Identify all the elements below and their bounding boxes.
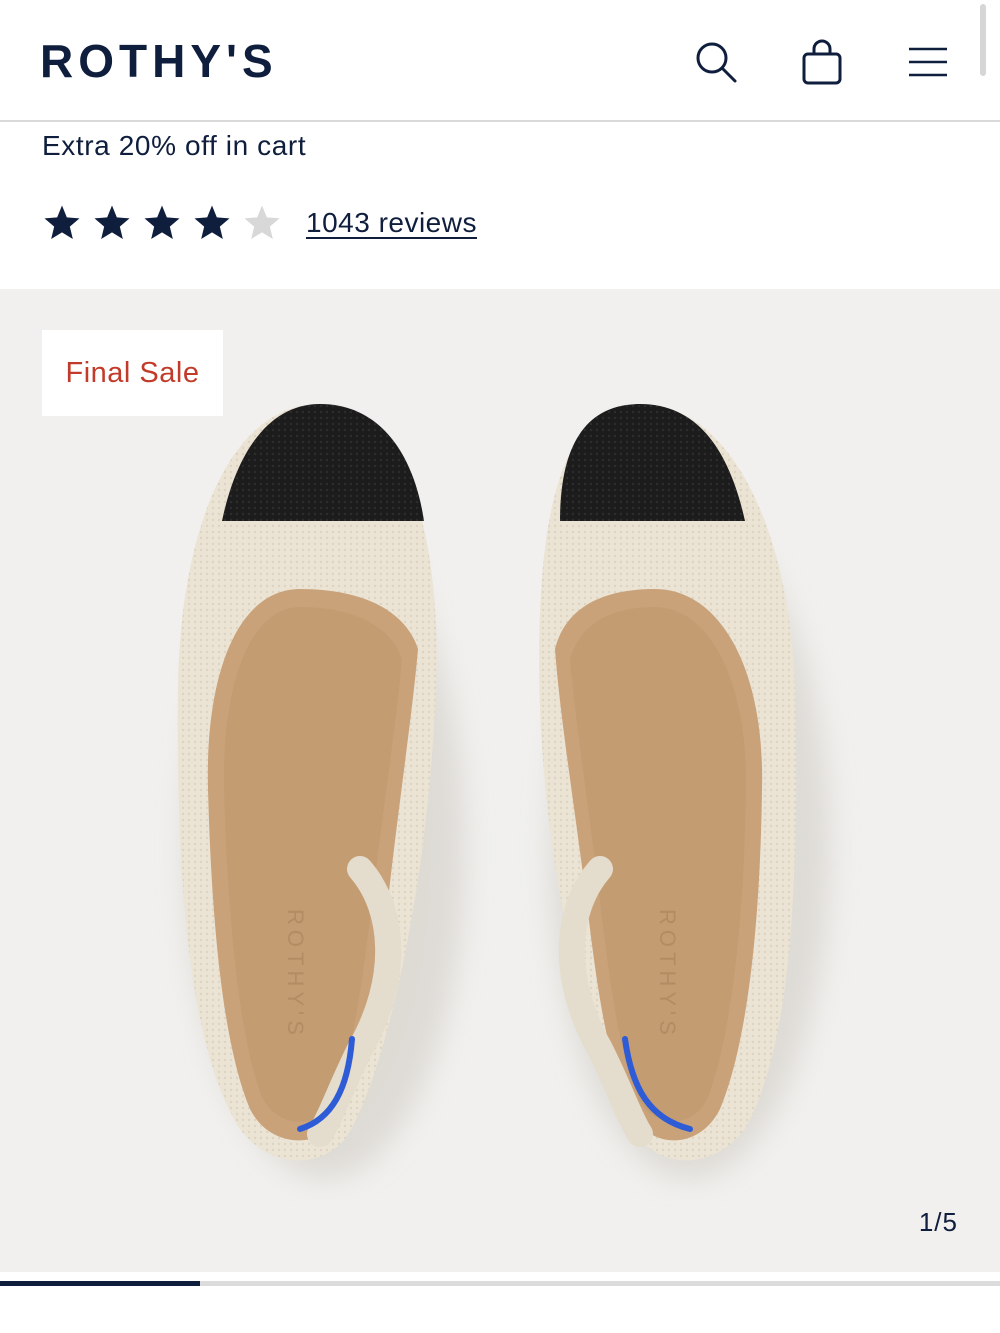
product-image-gallery[interactable]: ROTHY'S ROTHY'S Final Sale 1/5 (0, 289, 1000, 1272)
brand-logo[interactable]: ROTHY'S (40, 36, 278, 86)
gallery-progress-fill (0, 1281, 200, 1286)
insole-brand-mark: ROTHY'S (283, 909, 308, 1040)
cart-button[interactable] (794, 34, 850, 90)
final-sale-badge: Final Sale (42, 330, 223, 416)
rating-stars (42, 203, 292, 243)
insole-brand-mark: ROTHY'S (655, 909, 680, 1040)
hamburger-menu-icon (909, 47, 947, 77)
star-filled-icon (94, 205, 130, 239)
search-button[interactable] (688, 34, 744, 90)
star-empty-icon (244, 205, 280, 239)
star-filled-icon (144, 205, 180, 239)
reviews-link[interactable]: 1043 reviews (306, 207, 477, 239)
image-counter: 1/5 (918, 1207, 958, 1237)
left-shoe: ROTHY'S (177, 404, 465, 1179)
search-icon (696, 42, 737, 83)
site-header: ROTHY'S (0, 0, 1000, 122)
promo-text: Extra 20% off in cart (42, 130, 307, 161)
page-scrollbar[interactable] (980, 4, 986, 76)
shopping-bag-icon (802, 39, 842, 85)
star-filled-icon (194, 205, 230, 239)
menu-button[interactable] (900, 34, 956, 90)
right-shoe: ROTHY'S (539, 404, 830, 1179)
product-image: ROTHY'S ROTHY'S (177, 404, 830, 1179)
star-filled-icon (44, 205, 80, 239)
gallery-progress-track (0, 1281, 1000, 1286)
product-rating: 1043 reviews (42, 200, 477, 246)
